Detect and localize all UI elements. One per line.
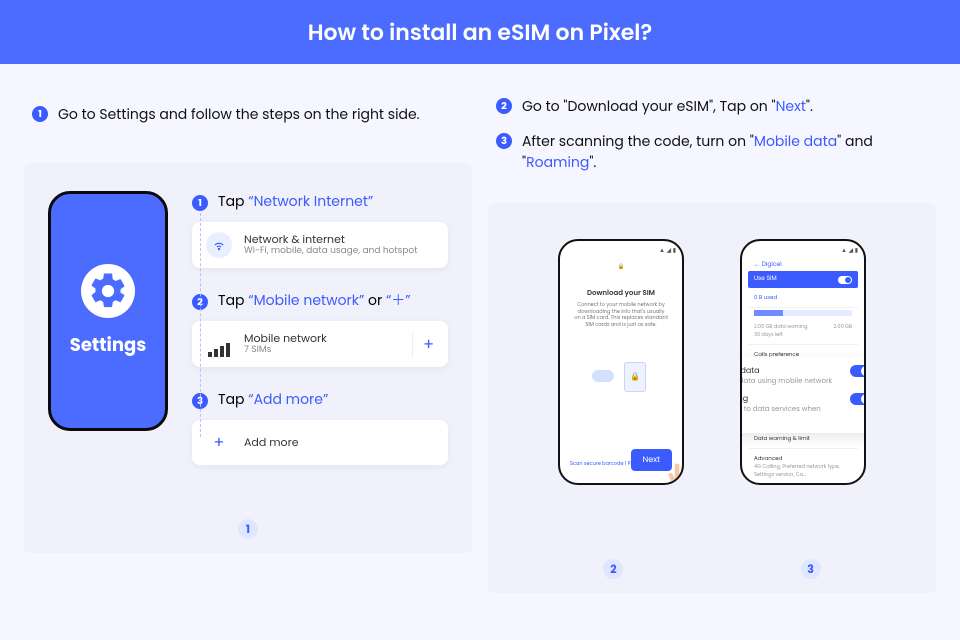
right-intro: 2 Go to "Download your eSIM", Tap on "Ne… <box>488 80 936 203</box>
roaming-sub: Connect to data services when roaming <box>740 405 842 425</box>
card-subtitle: Wi-Fi, mobile, data usage, and hotspot <box>244 246 417 258</box>
intro-badge-2: 2 <box>496 98 512 114</box>
hero-banner: How to install an eSIM on Pixel? <box>0 0 960 64</box>
network-internet-card[interactable]: Network & internet Wi-Fi, mobile, data u… <box>192 222 448 268</box>
carrier-label: ← Digicel <box>748 258 858 271</box>
download-sim-phone: ▲ ◢ ▮ 🔒 Download your SIM Connect to you… <box>558 239 684 485</box>
panel-number-1: 1 <box>238 519 258 539</box>
mobile-data-overlay: Mobile data Access data using mobile net… <box>740 357 866 433</box>
roaming-toggle[interactable] <box>850 393 866 405</box>
intro-badge-3: 3 <box>496 133 512 149</box>
sim-illustration <box>586 362 656 400</box>
gear-icon <box>81 264 135 318</box>
card-title: Network & internet <box>244 232 417 246</box>
download-sim-title: Download your SIM <box>566 289 676 299</box>
data-usage-bar <box>754 310 852 316</box>
sim-box-icon <box>624 362 646 392</box>
mobile-data-sub: Access data using mobile network <box>740 377 832 387</box>
card-title: Mobile network <box>244 331 327 345</box>
panel-number-3: 3 <box>801 559 821 579</box>
mobile-network-card[interactable]: Mobile network 7 SIMs + <box>192 321 448 367</box>
status-bar: ▲ ◢ ▮ <box>748 247 858 256</box>
step-badge-1: 1 <box>192 195 208 211</box>
card-title: Add more <box>244 435 299 449</box>
use-sim-row[interactable]: Use SIM <box>748 271 858 288</box>
step-2: 2 Tap “Mobile network” or “＋” Mobile net… <box>192 290 448 367</box>
left-intro: 1 Go to Settings and follow the steps on… <box>24 80 472 163</box>
pointer-hand-icon <box>864 415 866 449</box>
pointer-hand-icon <box>664 461 684 485</box>
download-sim-subtitle: Connect to your mobile network by downlo… <box>566 299 676 328</box>
add-more-card[interactable]: + Add more <box>192 420 448 465</box>
plus-icon: + <box>206 430 232 455</box>
mobile-data-toggle[interactable] <box>850 365 866 377</box>
roaming-label: Roaming <box>740 393 842 405</box>
data-used-row: 0 B used <box>748 288 858 308</box>
signal-icon <box>206 331 232 357</box>
page-title: How to install an eSIM on Pixel? <box>308 16 653 49</box>
step-1: 1 Tap “Network Internet” Network & inter… <box>192 191 448 268</box>
toggle-on-icon <box>838 276 852 284</box>
left-panel: Settings 1 Tap “Network Internet” <box>24 163 472 553</box>
sim-settings-phone: ▲ ◢ ▮ ← Digicel Use SIM 0 B used 2.00 GB… <box>740 239 866 485</box>
advanced-row[interactable]: Advanced4G Calling, Preferred network ty… <box>748 449 858 485</box>
step-3: 3 Tap “Add more” + Add more <box>192 389 448 465</box>
wifi-icon <box>206 232 232 258</box>
intro-badge-1: 1 <box>32 106 48 122</box>
cloud-icon <box>592 370 614 382</box>
settings-label: Settings <box>70 332 146 359</box>
plus-icon[interactable]: + <box>412 332 434 357</box>
settings-phone-illustration: Settings <box>48 191 168 431</box>
lock-icon: 🔒 <box>618 262 625 270</box>
mobile-data-label: Mobile data <box>740 365 832 377</box>
intro-text-1: Go to Settings and follow the steps on t… <box>58 104 420 125</box>
panel-number-2: 2 <box>603 559 623 579</box>
card-subtitle: 7 SIMs <box>244 345 327 357</box>
status-bar: ▲ ◢ ▮ <box>566 247 676 256</box>
right-panel: ▲ ◢ ▮ 🔒 Download your SIM Connect to you… <box>488 203 936 593</box>
step-connector-line <box>200 213 201 437</box>
